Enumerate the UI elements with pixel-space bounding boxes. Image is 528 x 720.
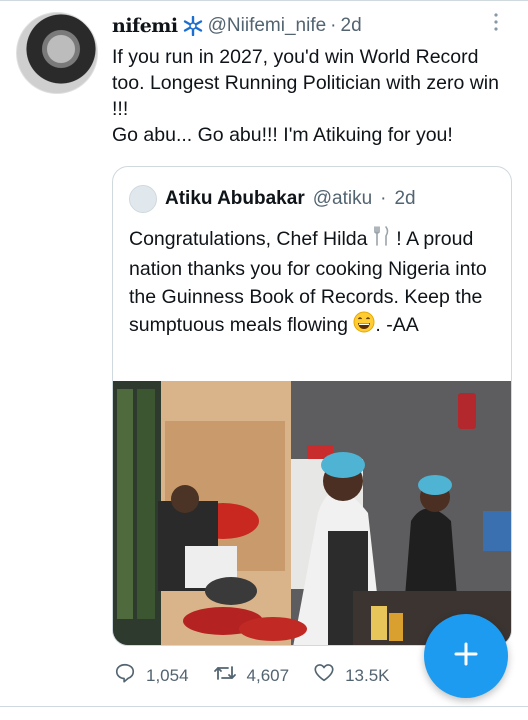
heart-icon xyxy=(313,662,335,689)
quoted-tweet[interactable]: Atiku Abubakar @atiku · 2d Congratulatio… xyxy=(112,166,512,646)
avatar[interactable] xyxy=(16,12,98,94)
quoted-avatar xyxy=(129,185,157,213)
like-count: 13.5K xyxy=(345,665,390,685)
quoted-display-name: Atiku Abubakar xyxy=(165,188,305,209)
quoted-tweet-header: Atiku Abubakar @atiku · 2d xyxy=(129,185,416,213)
reply-button[interactable]: 1,054 xyxy=(114,662,189,689)
user-handle[interactable]: @Niifemi_nife xyxy=(208,15,327,37)
tweet-time[interactable]: 2d xyxy=(341,15,362,37)
grinning-face-icon xyxy=(353,311,375,341)
more-icon[interactable] xyxy=(486,12,506,37)
tweet-header: nifemi @Niifemi_nife · 2d xyxy=(112,12,488,40)
compose-tweet-button[interactable] xyxy=(424,614,508,698)
top-divider xyxy=(0,0,528,1)
quoted-separator-dot: · xyxy=(380,188,387,209)
tweet-actions: 1,054 4,607 13.5K xyxy=(114,662,414,689)
quoted-tweet-text: Congratulations, Chef Hilda ! A proud na… xyxy=(129,225,499,341)
fork-knife-icon xyxy=(373,225,391,255)
retweet-button[interactable]: 4,607 xyxy=(213,662,290,689)
snowflake-emoji-icon xyxy=(182,15,204,37)
kitchen-photo[interactable] xyxy=(113,381,511,645)
display-name[interactable]: nifemi xyxy=(112,15,178,37)
like-button[interactable]: 13.5K xyxy=(313,662,390,689)
reply-count: 1,054 xyxy=(146,665,189,685)
reply-icon xyxy=(114,662,136,689)
retweet-count: 4,607 xyxy=(246,665,290,685)
quoted-handle: @atiku xyxy=(312,188,373,209)
bottom-divider xyxy=(0,706,528,707)
separator-dot: · xyxy=(330,15,337,36)
quoted-text-part3: . -AA xyxy=(375,314,419,337)
plus-icon xyxy=(451,639,481,674)
quoted-text-part1: Congratulations, Chef Hilda xyxy=(129,228,373,251)
retweet-icon xyxy=(213,662,237,689)
quoted-time: 2d xyxy=(394,188,416,209)
tweet-text: If you run in 2027, you'd win World Reco… xyxy=(112,46,499,146)
